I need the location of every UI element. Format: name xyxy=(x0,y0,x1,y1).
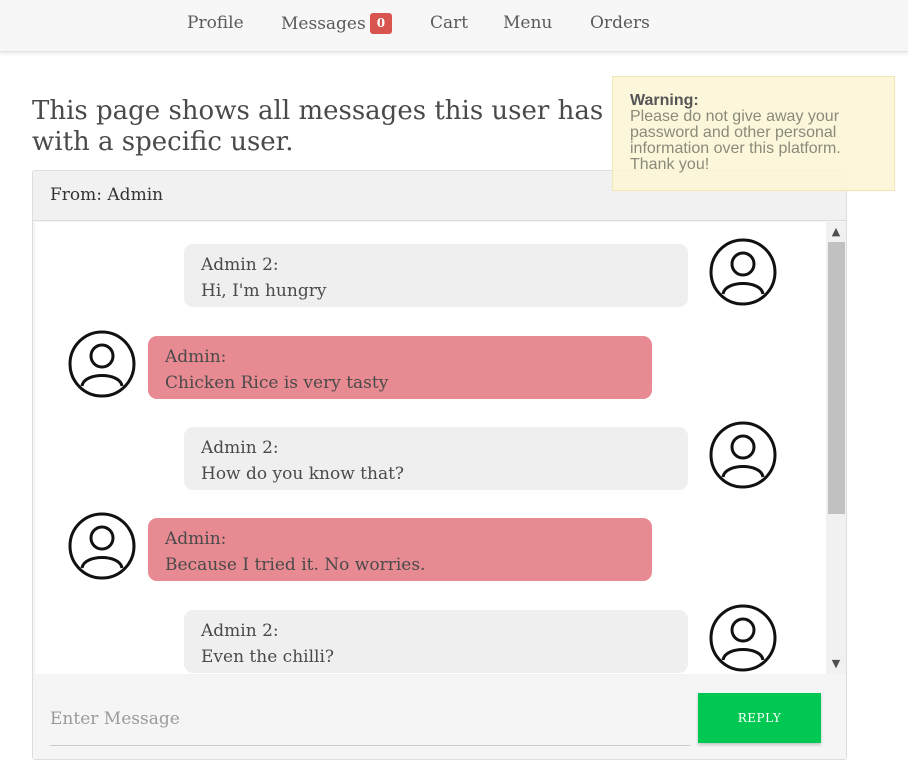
message-text: Even the chilli? xyxy=(201,647,335,667)
message-sender: Admin 2: xyxy=(201,621,279,641)
message-sender: Admin 2: xyxy=(201,438,279,458)
user-avatar-icon xyxy=(709,604,777,672)
nav-item-profile[interactable]: Profile xyxy=(187,13,244,33)
message-text: Chicken Rice is very tasty xyxy=(165,373,389,393)
message-bubble: Admin: Chicken Rice is very tasty xyxy=(148,336,652,399)
warning-title: Warning: xyxy=(630,92,699,109)
warning-notice: Warning: Please do not give away your pa… xyxy=(612,76,895,191)
chevron-up-icon[interactable]: ▲ xyxy=(826,222,846,242)
user-avatar-icon xyxy=(68,330,136,398)
user-avatar-icon xyxy=(709,421,777,489)
chat-panel: From: Admin Admin 2: Hi, I'm hungry Admi… xyxy=(32,170,847,760)
scrollbar-thumb[interactable] xyxy=(828,242,845,514)
user-avatar-icon xyxy=(709,238,777,306)
message-text: How do you know that? xyxy=(201,464,405,484)
message-sender: Admin: xyxy=(165,347,227,367)
nav-item-messages-label: Messages xyxy=(281,14,366,34)
message-bubble: Admin 2: Hi, I'm hungry xyxy=(184,244,688,307)
message-list[interactable]: Admin 2: Hi, I'm hungry Admin: Chicken R… xyxy=(35,222,846,674)
nav-item-messages[interactable]: Messages 0 xyxy=(281,13,393,34)
reply-button[interactable]: REPLY xyxy=(698,693,821,743)
page-title: This page shows all messages this user h… xyxy=(32,96,604,157)
message-bubble: Admin 2: Even the chilli? xyxy=(184,610,688,673)
warning-text: Please do not give away your password an… xyxy=(630,108,841,173)
nav-item-menu[interactable]: Menu xyxy=(503,13,552,33)
nav-item-orders[interactable]: Orders xyxy=(590,13,650,33)
message-list-scrollbar[interactable]: ▲ ▼ xyxy=(826,222,846,674)
top-navigation: Profile Messages 0 Cart Menu Orders xyxy=(0,0,908,52)
message-sender: Admin 2: xyxy=(201,255,279,275)
message-input[interactable] xyxy=(50,692,690,746)
user-avatar-icon xyxy=(68,512,136,580)
message-sender: Admin: xyxy=(165,529,227,549)
message-composer: REPLY xyxy=(33,674,846,759)
message-bubble: Admin: Because I tried it. No worries. xyxy=(148,518,652,581)
message-text: Because I tried it. No worries. xyxy=(165,555,426,575)
messages-count-badge: 0 xyxy=(369,13,393,34)
message-text: Hi, I'm hungry xyxy=(201,281,327,301)
nav-item-cart[interactable]: Cart xyxy=(430,13,468,33)
message-bubble: Admin 2: How do you know that? xyxy=(184,427,688,490)
chevron-down-icon[interactable]: ▼ xyxy=(826,654,846,674)
